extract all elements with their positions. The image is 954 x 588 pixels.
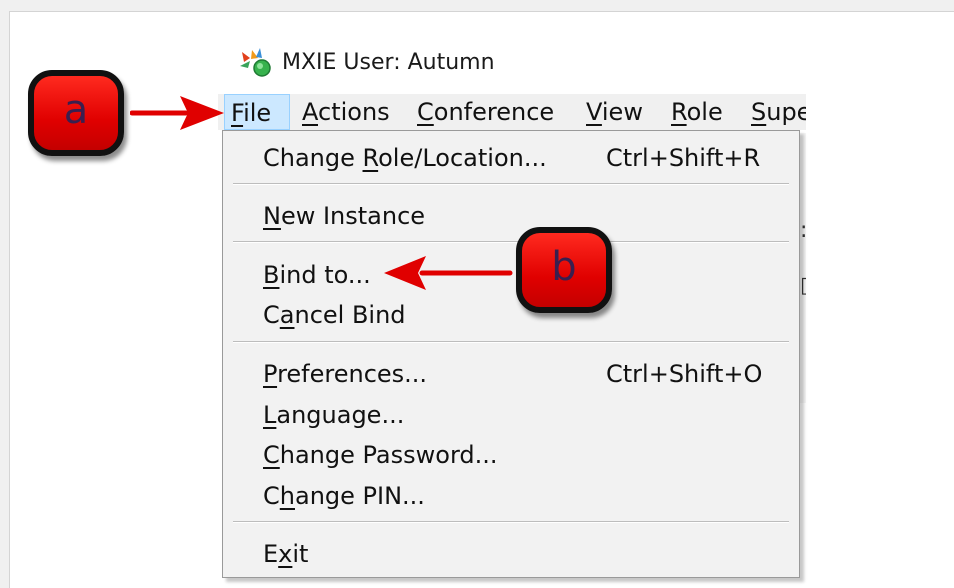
menu-file[interactable]: File (224, 94, 290, 130)
menu-item-cancel-bind[interactable]: Cancel Bind (223, 295, 799, 335)
menu-item-label: New Instance (263, 202, 426, 230)
background-text-fragment: : (800, 218, 806, 243)
menu-item-new-instance[interactable]: New Instance (223, 196, 799, 236)
menu-item-label: Preferences... (263, 360, 428, 388)
menu-item-language[interactable]: Language... (223, 395, 799, 435)
menu-item-shortcut: Ctrl+Shift+O (606, 360, 763, 388)
menu-item-change-pin[interactable]: Change PIN... (223, 476, 799, 516)
menubar: File Actions Conference View Role Supe (218, 94, 806, 130)
background-icon-fragment: ▯ (800, 273, 806, 298)
menu-conference[interactable]: Conference (411, 94, 560, 130)
menu-item-label: Exit (263, 540, 309, 568)
menu-item-preferences[interactable]: Preferences... Ctrl+Shift+O (223, 354, 799, 394)
file-dropdown-menu: Change Role/Location... Ctrl+Shift+R New… (222, 130, 800, 578)
menu-actions[interactable]: Actions (296, 94, 396, 130)
menu-item-label: Change Password... (263, 441, 498, 469)
menu-item-label: Change PIN... (263, 482, 425, 510)
menu-item-label: Cancel Bind (263, 301, 406, 329)
menu-role[interactable]: Role (665, 94, 729, 130)
window-title: MXIE User: Autumn (282, 50, 495, 75)
menu-item-change-role-location[interactable]: Change Role/Location... Ctrl+Shift+R (223, 138, 799, 178)
titlebar: MXIE User: Autumn (218, 28, 806, 90)
menu-view[interactable]: View (580, 94, 649, 130)
menu-separator (233, 183, 789, 185)
menu-supervisor[interactable]: Supe (745, 94, 806, 130)
menu-item-label: Bind to... (263, 261, 371, 289)
menu-item-label: Change Role/Location... (263, 144, 547, 172)
menu-item-shortcut: Ctrl+Shift+R (606, 144, 761, 172)
menu-separator (233, 521, 789, 523)
menu-separator (233, 241, 789, 243)
menu-separator (233, 341, 789, 343)
callout-badge-b: b (516, 227, 612, 313)
menu-item-change-password[interactable]: Change Password... (223, 435, 799, 475)
left-arrow-icon (384, 256, 513, 290)
mxie-app-icon (240, 48, 271, 77)
callout-badge-a: a (28, 70, 124, 156)
menu-item-exit[interactable]: Exit (223, 534, 799, 574)
menu-item-label: Language... (263, 401, 405, 429)
right-arrow-icon (130, 96, 224, 130)
